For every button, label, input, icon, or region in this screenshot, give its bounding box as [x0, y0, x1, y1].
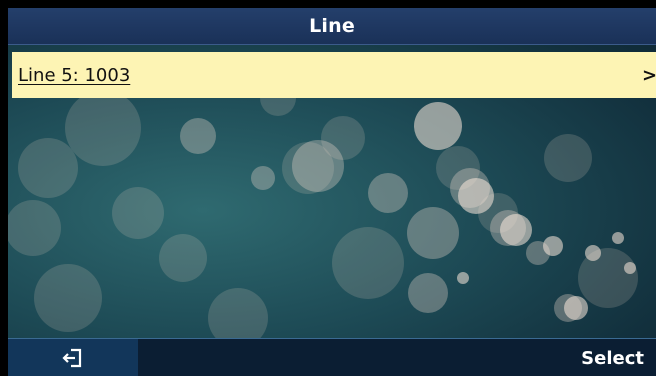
chevron-right-icon: >: [642, 64, 656, 86]
phone-screen: Line Line 5: 1003 > Select: [8, 8, 656, 376]
select-button[interactable]: Select: [526, 339, 656, 376]
list-item-line-5[interactable]: Line 5: 1003 >: [12, 52, 656, 98]
back-button[interactable]: [8, 339, 138, 376]
title-bar: Line: [8, 8, 656, 45]
softkey-bar: Select: [8, 338, 656, 376]
select-button-label: Select: [581, 347, 644, 369]
list-item-label: Line 5: 1003: [18, 64, 131, 86]
page-title: Line: [309, 15, 355, 37]
back-icon: [62, 348, 82, 368]
